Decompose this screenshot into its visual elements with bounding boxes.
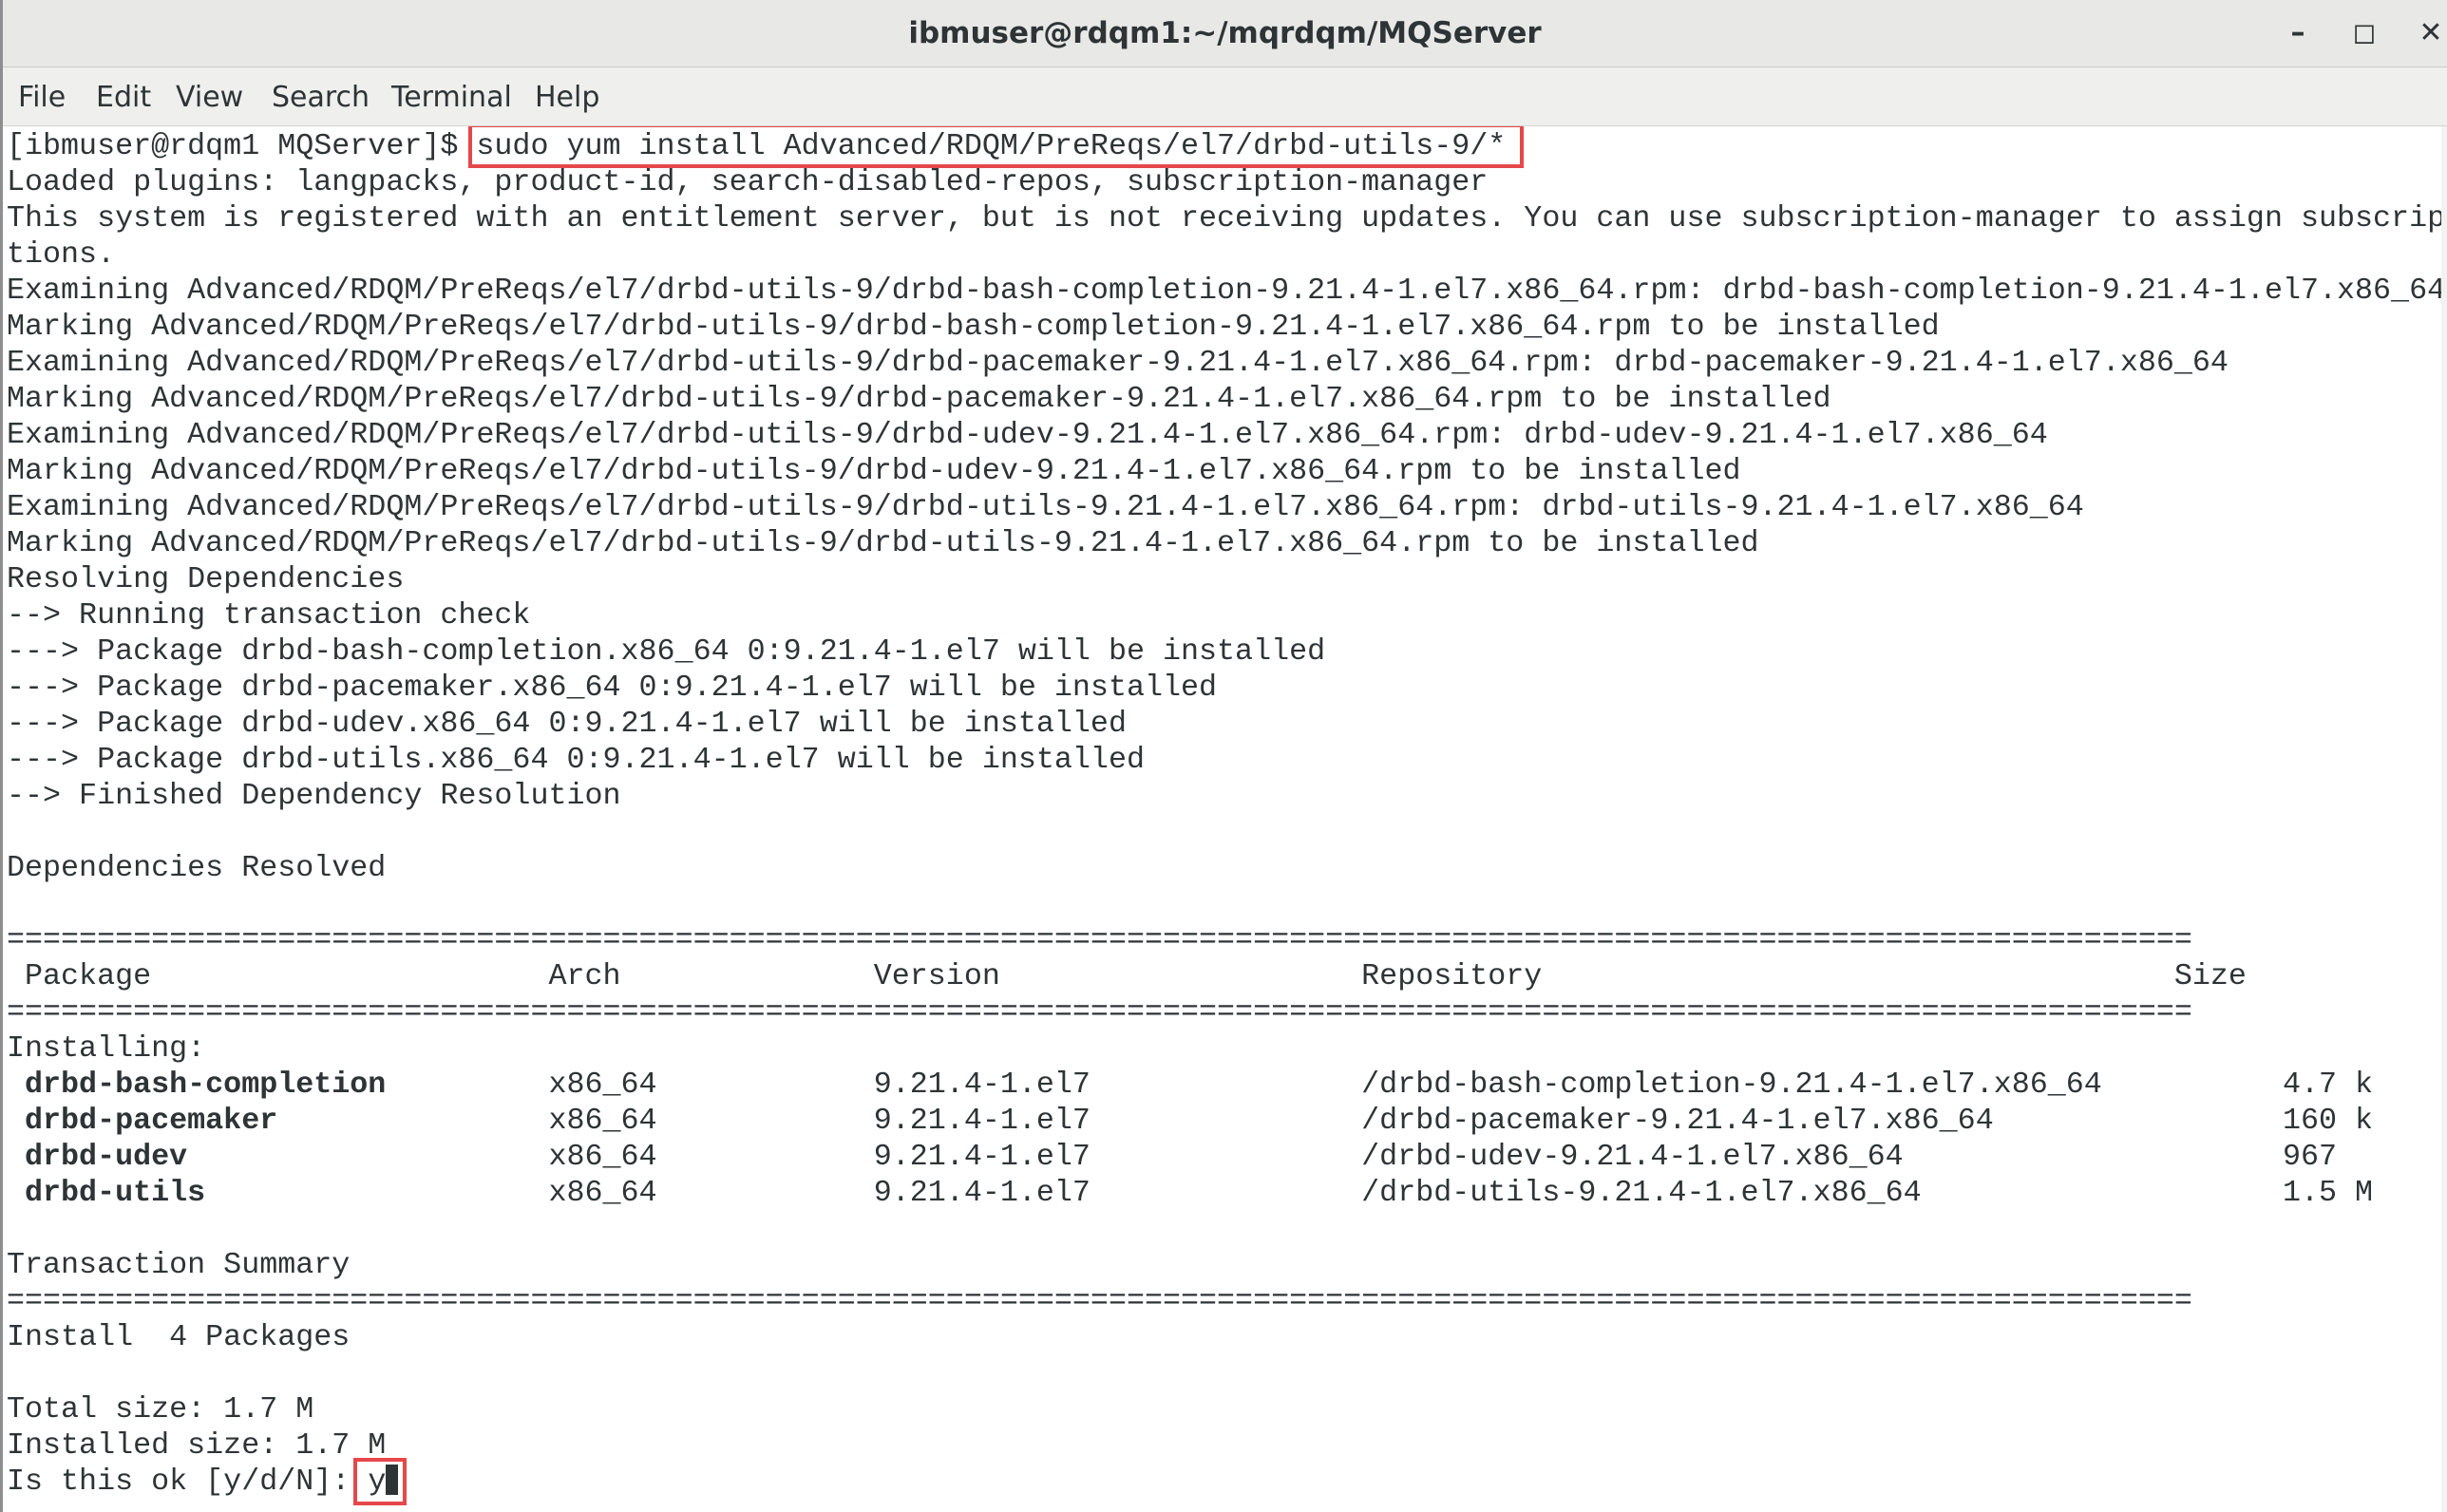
output-line: Marking Advanced/RDQM/PreReqs/el7/drbd-u… — [7, 454, 1741, 488]
output-line: --> Running transaction check — [7, 598, 531, 633]
confirm-line: Is this ok [y/d/N]: y — [7, 1464, 399, 1500]
output-line: ---> Package drbd-udev.x86_64 0:9.21.4-1… — [7, 707, 1127, 741]
output-line: Examining Advanced/RDQM/PreReqs/el7/drbd… — [7, 346, 2229, 380]
title-bar[interactable]: ibmuser@rdqm1:~/mqrdqm/MQServer – ◻ ✕ — [3, 0, 2447, 67]
package-name: drbd-utils — [25, 1176, 206, 1210]
table-row: drbd-utils x86_64 9.21.4-1.el7 /drbd-uti… — [7, 1175, 2373, 1211]
package-name: drbd-pacemaker — [25, 1104, 278, 1138]
output-line: This system is registered with an entitl… — [7, 201, 2444, 236]
output-line: Marking Advanced/RDQM/PreReqs/el7/drbd-u… — [7, 382, 1831, 416]
summary-line: Installed size: 1.7 M — [7, 1428, 387, 1463]
output-line: Dependencies Resolved — [7, 851, 387, 885]
menu-edit[interactable]: Edit — [96, 67, 151, 125]
output-line: Resolving Dependencies — [7, 562, 405, 596]
menu-help[interactable]: Help — [535, 67, 599, 125]
package-name: drbd-bash-completion — [25, 1068, 387, 1102]
output-line: Loaded plugins: langpacks, product-id, s… — [7, 165, 1489, 199]
terminal-output[interactable]: [ibmuser@rdqm1 MQServer]$ sudo yum insta… — [7, 126, 2444, 1512]
table-row: drbd-pacemaker x86_64 9.21.4-1.el7 /drbd… — [7, 1103, 2373, 1139]
output-line: tions. — [7, 237, 116, 272]
table-row: drbd-bash-completion x86_64 9.21.4-1.el7… — [7, 1067, 2373, 1103]
menu-search[interactable]: Search — [272, 67, 370, 125]
summary-line: Install 4 Packages — [7, 1320, 351, 1354]
confirm-prompt: Is this ok [y/d/N]: — [7, 1465, 369, 1499]
output-line: ---> Package drbd-bash-completion.x86_64… — [7, 634, 1326, 669]
output-line: ========================================… — [7, 995, 2192, 1030]
output-line: Marking Advanced/RDQM/PreReqs/el7/drbd-u… — [7, 310, 1940, 344]
summary-line: ========================================… — [7, 1284, 2192, 1318]
confirm-highlight-box — [353, 1458, 407, 1505]
output-line: ========================================… — [7, 923, 2192, 957]
shell-prompt: [ibmuser@rdqm1 MQServer]$ — [7, 129, 477, 163]
minimize-icon[interactable]: – — [2276, 11, 2320, 55]
menu-bar: File Edit View Search Terminal Help — [3, 67, 2447, 126]
output-line: Examining Advanced/RDQM/PreReqs/el7/drbd… — [7, 274, 2444, 308]
output-line: Examining Advanced/RDQM/PreReqs/el7/drbd… — [7, 418, 2048, 452]
output-line: Package Arch Version Repository Size — [7, 959, 2247, 993]
output-line: --> Finished Dependency Resolution — [7, 779, 621, 813]
package-details: x86_64 9.21.4-1.el7 /drbd-udev-9.21.4-1.… — [187, 1140, 2338, 1174]
output-line: ---> Package drbd-utils.x86_64 0:9.21.4-… — [7, 743, 1145, 777]
package-details: x86_64 9.21.4-1.el7 /drbd-bash-completio… — [386, 1068, 2374, 1102]
menu-terminal[interactable]: Terminal — [391, 67, 512, 125]
scrollbar[interactable] — [2441, 126, 2447, 1512]
output-line: Installing: — [7, 1031, 206, 1066]
package-name: drbd-udev — [25, 1140, 188, 1174]
output-line: ---> Package drbd-pacemaker.x86_64 0:9.2… — [7, 671, 1218, 705]
close-icon[interactable]: ✕ — [2409, 11, 2447, 55]
menu-file[interactable]: File — [18, 67, 66, 125]
output-line: Marking Advanced/RDQM/PreReqs/el7/drbd-u… — [7, 526, 1759, 560]
window-title: ibmuser@rdqm1:~/mqrdqm/MQServer — [908, 16, 1542, 50]
package-details: x86_64 9.21.4-1.el7 /drbd-utils-9.21.4-1… — [205, 1176, 2374, 1210]
summary-line: Total size: 1.7 M — [7, 1392, 314, 1427]
terminal-window: ibmuser@rdqm1:~/mqrdqm/MQServer – ◻ ✕ Fi… — [0, 0, 2447, 1512]
command-highlight-box — [468, 126, 1524, 168]
menu-view[interactable]: View — [176, 67, 243, 125]
package-details: x86_64 9.21.4-1.el7 /drbd-pacemaker-9.21… — [277, 1104, 2374, 1138]
summary-line: Transaction Summary — [7, 1248, 351, 1282]
output-line: Examining Advanced/RDQM/PreReqs/el7/drbd… — [7, 490, 2084, 524]
table-row: drbd-udev x86_64 9.21.4-1.el7 /drbd-udev… — [7, 1139, 2337, 1175]
maximize-icon[interactable]: ◻ — [2343, 11, 2386, 55]
